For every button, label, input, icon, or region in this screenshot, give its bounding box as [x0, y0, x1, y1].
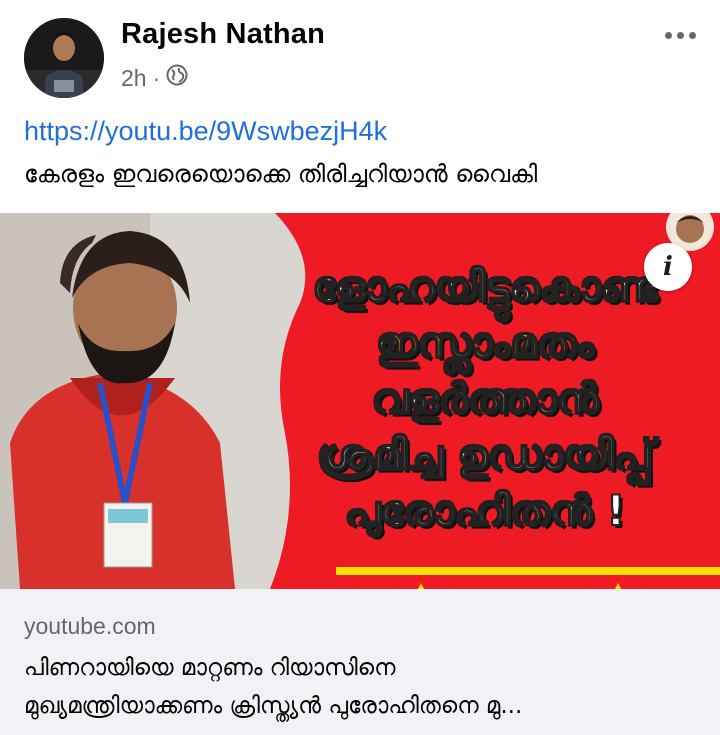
- link-preview-thumbnail[interactable]: ളോഹയിട്ടുകൊണ്ട ഇസ്ലാംമതം വളർത്താൻ ശ്രമിച…: [0, 213, 720, 589]
- headline-line-4: ശ്രമിച്ച ഉഡായിപ്പ്: [316, 429, 654, 480]
- thumbnail-headline: ളോഹയിട്ടുകൊണ്ട ഇസ്ലാംമതം വളർത്താൻ ശ്രമിച…: [280, 259, 690, 539]
- headline-line-5: പുരോഹിതൻ !: [344, 485, 627, 536]
- post-header: Rajesh Nathan 2h ·: [0, 0, 720, 110]
- globe-icon: [166, 64, 188, 92]
- avatar-image: [24, 18, 104, 98]
- meta-separator: ·: [152, 64, 161, 91]
- headline-line-2: ഇസ്ലാംമതം: [375, 317, 595, 368]
- headline-line-1: ളോഹയിട്ടുകൊണ്ട: [311, 261, 658, 312]
- info-icon: i: [663, 252, 673, 282]
- author-avatar[interactable]: [24, 18, 104, 98]
- link-preview-footer[interactable]: youtube.com പിണറായിയെ മാറ്റണം റിയാസിനെ മ…: [0, 589, 720, 735]
- preview-title-line-2: മുഖ്യമന്ത്രിയാക്കണം ക്രിസ്ത്യൻ പുരോഹിതനെ…: [24, 693, 523, 719]
- info-button[interactable]: i: [644, 243, 692, 291]
- post-time[interactable]: 2h: [121, 65, 147, 92]
- post-caption: കേരളം ഇവരെയൊക്കെ തിരിച്ചറിയാൻ വൈകി: [24, 160, 538, 188]
- author-name[interactable]: Rajesh Nathan: [121, 18, 325, 51]
- headline-underline: [336, 567, 720, 575]
- headline-line-3: വളർത്താൻ: [371, 373, 600, 424]
- post-meta: 2h ·: [121, 63, 188, 93]
- preview-domain: youtube.com: [24, 613, 156, 639]
- preview-title-line-1: പിണറായിയെ മാറ്റണം റിയാസിനെ: [24, 655, 396, 681]
- more-options-button[interactable]: [652, 18, 708, 52]
- preview-title: പിണറായിയെ മാറ്റണം റിയാസിനെ മുഖ്യമന്ത്രിയ…: [24, 649, 704, 725]
- more-horizontal-icon: [664, 31, 672, 39]
- post-link[interactable]: https://youtu.be/9WswbezjH4k: [24, 116, 387, 147]
